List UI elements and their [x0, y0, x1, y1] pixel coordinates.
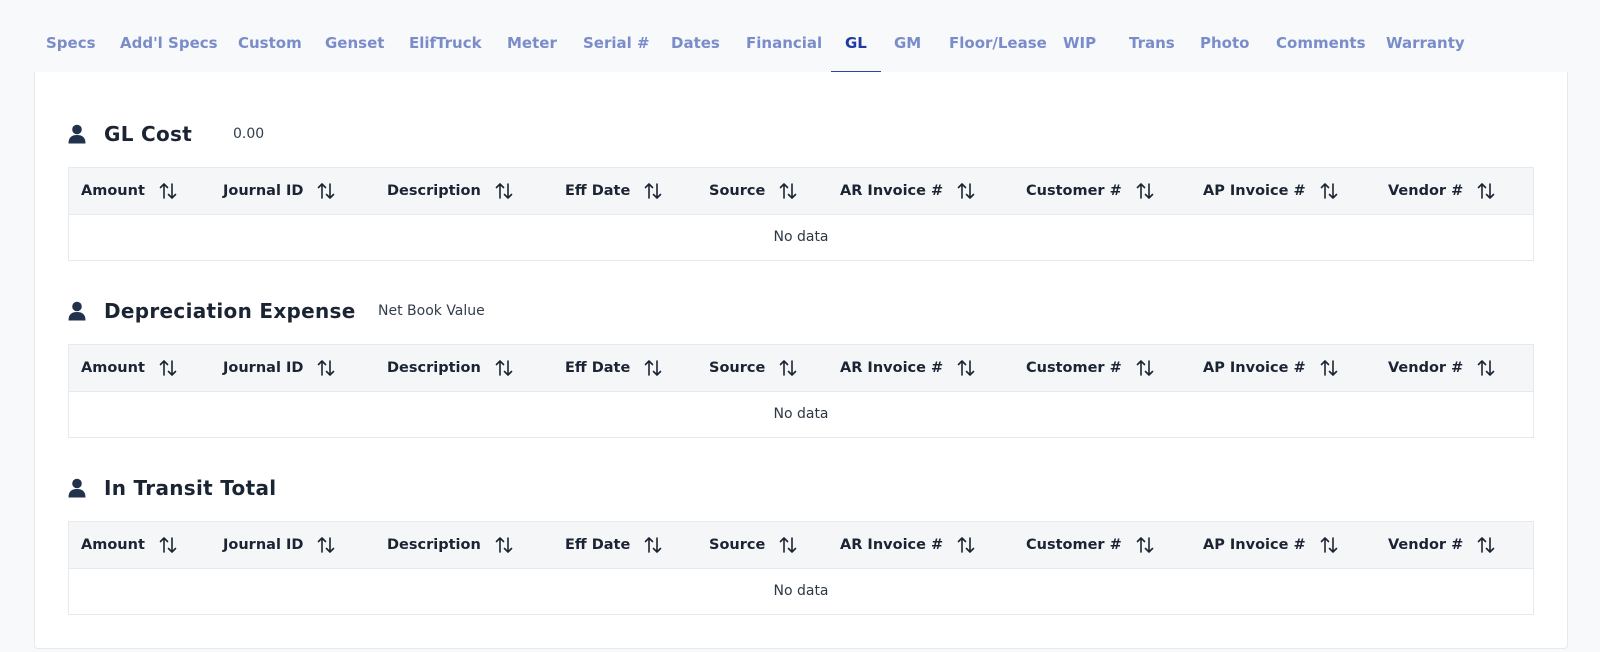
col-source[interactable]: Source	[709, 345, 797, 391]
sort-icon	[159, 537, 177, 553]
col-source[interactable]: Source	[709, 522, 797, 568]
tab-addl-specs[interactable]: Add'l Specs	[120, 34, 218, 72]
sort-icon	[495, 360, 513, 376]
tab-eliftruck[interactable]: ElifTruck	[409, 34, 482, 72]
sort-icon	[495, 183, 513, 199]
depreciation-expense-header: Depreciation Expense	[68, 296, 356, 326]
tab-gm[interactable]: GM	[894, 34, 921, 72]
section-title: GL Cost	[104, 122, 193, 146]
tab-photo[interactable]: Photo	[1200, 34, 1249, 72]
net-book-value-label: Net Book Value	[378, 303, 485, 319]
sort-icon	[644, 537, 662, 553]
sort-icon	[780, 183, 797, 199]
sort-icon	[644, 360, 662, 376]
col-journal-id[interactable]: Journal ID	[223, 522, 335, 568]
empty-state: No data	[773, 406, 829, 422]
col-ar-invoice[interactable]: AR Invoice #	[840, 345, 975, 391]
section-title: Depreciation Expense	[104, 299, 356, 323]
sort-icon	[1136, 183, 1154, 199]
sort-icon	[957, 537, 975, 553]
col-description[interactable]: Description	[387, 168, 513, 214]
col-vendor[interactable]: Vendor #	[1388, 345, 1495, 391]
sort-icon	[495, 537, 513, 553]
tab-bar: Specs Add'l Specs Custom Genset ElifTruc…	[34, 18, 1566, 74]
tab-genset[interactable]: Genset	[325, 34, 384, 72]
gl-cost-header: GL Cost	[68, 119, 192, 149]
empty-state: No data	[773, 583, 829, 599]
col-source[interactable]: Source	[709, 168, 797, 214]
table-header: Amount Journal ID Description Eff Date S…	[69, 522, 1533, 569]
gl-cost-table: Amount Journal ID Description Eff Date S…	[68, 167, 1534, 261]
sort-icon	[1320, 537, 1337, 553]
col-ar-invoice[interactable]: AR Invoice #	[840, 522, 975, 568]
col-description[interactable]: Description	[387, 522, 513, 568]
col-eff-date[interactable]: Eff Date	[565, 522, 662, 568]
col-customer[interactable]: Customer #	[1026, 168, 1154, 214]
tab-wip[interactable]: WIP	[1063, 34, 1096, 72]
tab-warranty[interactable]: Warranty	[1386, 34, 1465, 72]
sort-icon	[1477, 183, 1495, 199]
sort-icon	[1320, 360, 1337, 376]
col-amount[interactable]: Amount	[81, 522, 177, 568]
user-icon	[68, 124, 86, 144]
col-eff-date[interactable]: Eff Date	[565, 168, 662, 214]
col-amount[interactable]: Amount	[81, 345, 177, 391]
sort-icon	[318, 183, 335, 199]
tab-specs[interactable]: Specs	[46, 34, 96, 72]
tab-custom[interactable]: Custom	[238, 34, 302, 72]
tab-floor-lease[interactable]: Floor/Lease	[949, 34, 1047, 72]
col-description[interactable]: Description	[387, 345, 513, 391]
tab-serial[interactable]: Serial #	[583, 34, 650, 72]
col-customer[interactable]: Customer #	[1026, 345, 1154, 391]
table-header: Amount Journal ID Description Eff Date S…	[69, 168, 1533, 215]
user-icon	[68, 478, 86, 498]
user-icon	[68, 301, 86, 321]
tab-meter[interactable]: Meter	[507, 34, 557, 72]
tab-dates[interactable]: Dates	[671, 34, 720, 72]
gl-cost-value: 0.00	[233, 126, 265, 142]
tab-comments[interactable]: Comments	[1276, 34, 1366, 72]
sort-icon	[159, 183, 177, 199]
col-journal-id[interactable]: Journal ID	[223, 168, 335, 214]
tab-trans[interactable]: Trans	[1129, 34, 1175, 72]
sort-icon	[1477, 537, 1495, 553]
sort-icon	[644, 183, 662, 199]
col-amount[interactable]: Amount	[81, 168, 177, 214]
sort-icon	[1136, 537, 1154, 553]
table-header: Amount Journal ID Description Eff Date S…	[69, 345, 1533, 392]
empty-state: No data	[773, 229, 829, 245]
col-ar-invoice[interactable]: AR Invoice #	[840, 168, 975, 214]
in-transit-total-table: Amount Journal ID Description Eff Date S…	[68, 521, 1534, 615]
col-vendor[interactable]: Vendor #	[1388, 168, 1495, 214]
col-ap-invoice[interactable]: AP Invoice #	[1203, 522, 1338, 568]
tab-financial[interactable]: Financial	[746, 34, 822, 72]
depreciation-expense-table: Amount Journal ID Description Eff Date S…	[68, 344, 1534, 438]
col-vendor[interactable]: Vendor #	[1388, 522, 1495, 568]
col-eff-date[interactable]: Eff Date	[565, 345, 662, 391]
sort-icon	[780, 537, 797, 553]
col-ap-invoice[interactable]: AP Invoice #	[1203, 345, 1338, 391]
col-journal-id[interactable]: Journal ID	[223, 345, 335, 391]
tab-gl[interactable]: GL	[831, 34, 881, 74]
sort-icon	[780, 360, 797, 376]
in-transit-total-header: In Transit Total	[68, 473, 276, 503]
col-ap-invoice[interactable]: AP Invoice #	[1203, 168, 1338, 214]
sort-icon	[318, 537, 335, 553]
sort-icon	[957, 360, 975, 376]
section-title: In Transit Total	[104, 476, 277, 500]
col-customer[interactable]: Customer #	[1026, 522, 1154, 568]
sort-icon	[1477, 360, 1495, 376]
sort-icon	[1320, 183, 1337, 199]
sort-icon	[159, 360, 177, 376]
sort-icon	[957, 183, 975, 199]
sort-icon	[318, 360, 335, 376]
sort-icon	[1136, 360, 1154, 376]
